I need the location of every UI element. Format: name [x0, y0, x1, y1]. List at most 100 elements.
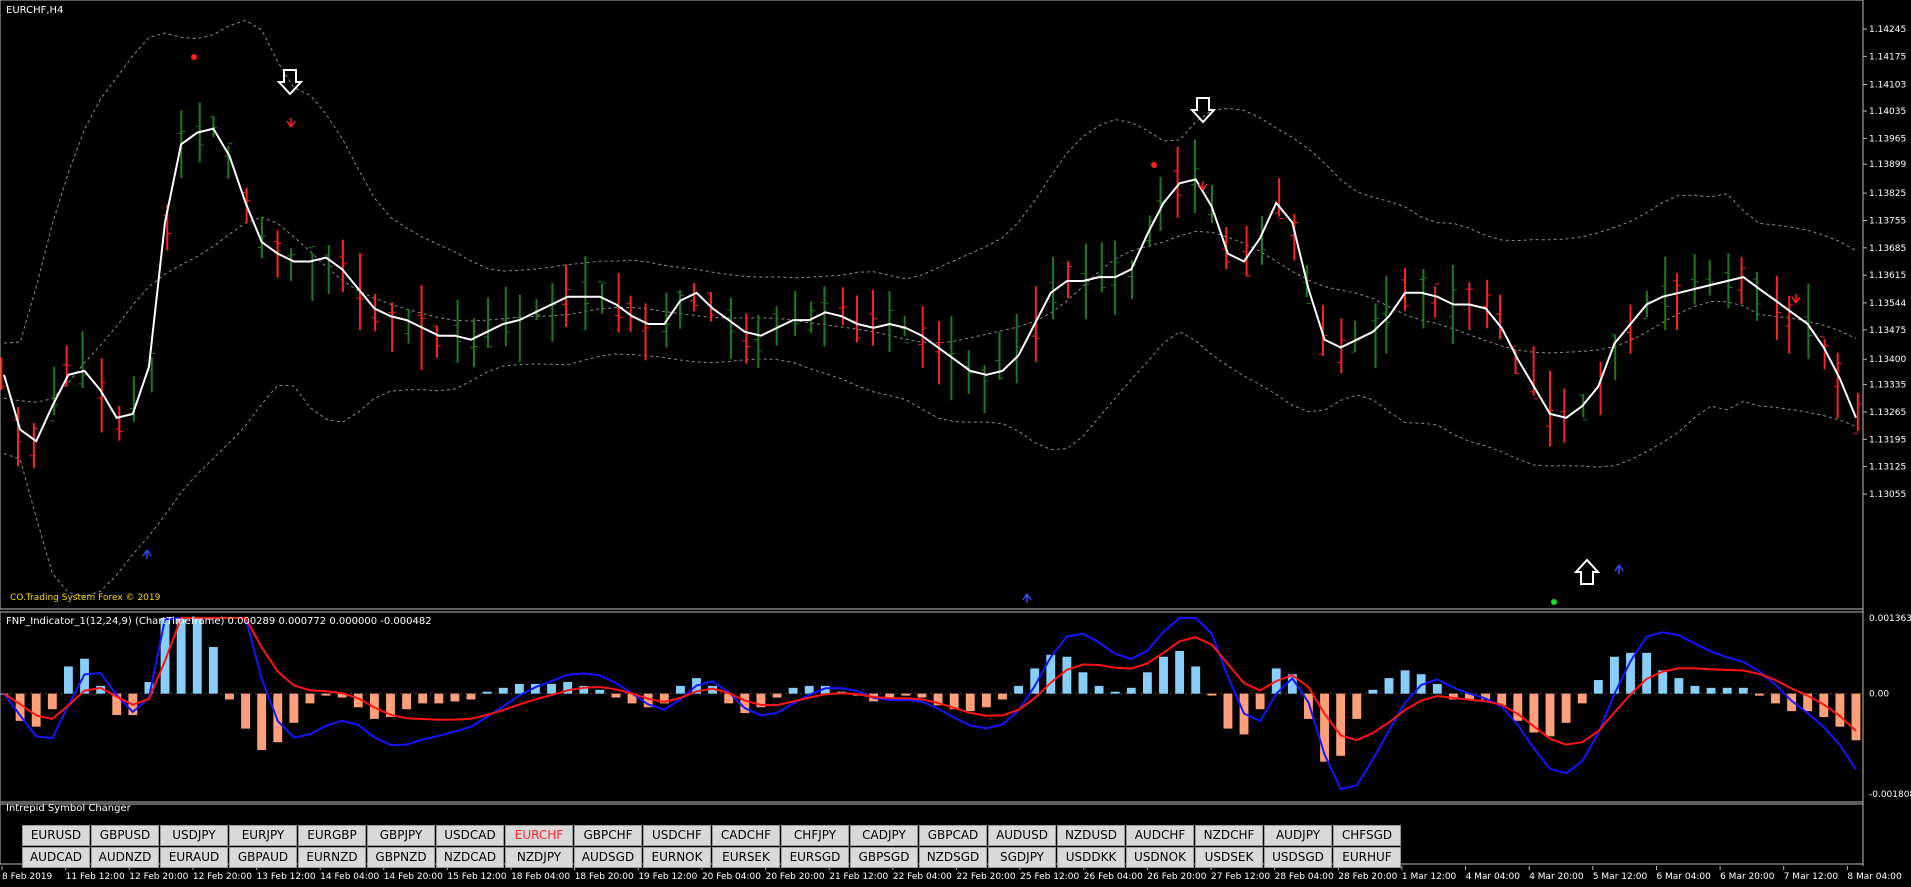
histogram-bar [1207, 693, 1217, 696]
histogram-bar [418, 693, 428, 704]
symbol-button-euraud[interactable]: EURAUD [160, 847, 228, 868]
symbol-button-nzdsgd[interactable]: NZDSGD [919, 847, 987, 868]
histogram-bar [1191, 666, 1201, 694]
symbol-button-audchf[interactable]: AUDCHF [1126, 825, 1194, 846]
x-tick-label: 26 Feb 04:00 [1084, 872, 1143, 882]
x-tick-label: 15 Feb 12:00 [447, 872, 506, 882]
symbol-button-eurchf[interactable]: EURCHF [505, 825, 573, 846]
symbol-button-audnzd[interactable]: AUDNZD [91, 847, 159, 868]
histogram-bar [1593, 680, 1603, 694]
x-tick-label: 20 Feb 04:00 [702, 872, 761, 882]
symbol-button-gbpaud[interactable]: GBPAUD [229, 847, 297, 868]
y-tick-label: 1.14175 [1869, 52, 1906, 62]
x-tick-label: 28 Feb 04:00 [1275, 872, 1334, 882]
x-tick-label: 13 Feb 12:00 [257, 872, 316, 882]
symbol-button-audsgd[interactable]: AUDSGD [574, 847, 642, 868]
x-tick-label: 26 Feb 20:00 [1147, 872, 1206, 882]
symbol-button-gbpnzd[interactable]: GBPNZD [367, 847, 435, 868]
symbol-button-audjpy[interactable]: AUDJPY [1264, 825, 1332, 846]
x-tick-label: 27 Feb 12:00 [1211, 872, 1270, 882]
histogram-bar [450, 693, 460, 702]
histogram-bar [31, 693, 41, 727]
histogram-bar [176, 618, 186, 694]
symbol-button-gbpsgd[interactable]: GBPSGD [850, 847, 918, 868]
symbol-button-usdjpy[interactable]: USDJPY [160, 825, 228, 846]
symbol-button-eurnok[interactable]: EURNOK [643, 847, 711, 868]
symbol-button-chfsgd[interactable]: CHFSGD [1333, 825, 1401, 846]
x-tick-label: 8 Mar 04:00 [1847, 872, 1902, 882]
y-tick-label: 1.14103 [1869, 80, 1906, 90]
symbol-button-usdcad[interactable]: USDCAD [436, 825, 504, 846]
histogram-bar [257, 693, 267, 750]
histogram-bar [1851, 693, 1861, 741]
symbol-button-nzdjpy[interactable]: NZDJPY [505, 847, 573, 868]
histogram-bar [1545, 693, 1555, 737]
histogram-bar [482, 691, 492, 694]
histogram-bar [1706, 687, 1716, 694]
symbol-button-eurjpy[interactable]: EURJPY [229, 825, 297, 846]
symbol-button-cadchf[interactable]: CADCHF [712, 825, 780, 846]
y-tick-label: 1.13195 [1869, 435, 1906, 445]
symbol-button-usdsek[interactable]: USDSEK [1195, 847, 1263, 868]
symbol-button-gbpchf[interactable]: GBPCHF [574, 825, 642, 846]
x-tick-label: 22 Feb 04:00 [893, 872, 952, 882]
y-tick-label: 1.13825 [1869, 189, 1906, 199]
y-tick-label: 1.13265 [1869, 408, 1906, 418]
symbol-button-cadjpy[interactable]: CADJPY [850, 825, 918, 846]
symbol-button-chfjpy[interactable]: CHFJPY [781, 825, 849, 846]
symbol-button-eurnzd[interactable]: EURNZD [298, 847, 366, 868]
symbol-button-usdnok[interactable]: USDNOK [1126, 847, 1194, 868]
x-tick-label: 19 Feb 12:00 [638, 872, 697, 882]
symbol-button-audcad[interactable]: AUDCAD [22, 847, 90, 868]
y-tick-label: 1.13125 [1869, 463, 1906, 473]
symbol-button-gbpcad[interactable]: GBPCAD [919, 825, 987, 846]
histogram-bar [1110, 691, 1120, 694]
symbol-button-nzdchf[interactable]: NZDCHF [1195, 825, 1263, 846]
histogram-bar [289, 693, 299, 723]
y-tick-label: 1.14035 [1869, 107, 1906, 117]
histogram-bar [595, 689, 605, 694]
histogram-bar [1142, 672, 1152, 694]
symbol-button-eurhuf[interactable]: EURHUF [1333, 847, 1401, 868]
symbol-button-nzdusd[interactable]: NZDUSD [1057, 825, 1125, 846]
symbol-button-nzdcad[interactable]: NZDCAD [436, 847, 504, 868]
symbol-button-eursgd[interactable]: EURSGD [781, 847, 849, 868]
symbol-button-gbpjpy[interactable]: GBPJPY [367, 825, 435, 846]
symbol-button-usddkk[interactable]: USDDKK [1057, 847, 1125, 868]
histogram-bar [241, 693, 250, 729]
histogram-bar [611, 693, 621, 698]
x-tick-label: 8 Feb 2019 [2, 872, 53, 882]
symbol-button-sgdjpy[interactable]: SGDJPY [988, 847, 1056, 868]
symbol-button-eursek[interactable]: EURSEK [712, 847, 780, 868]
histogram-bar [63, 666, 73, 694]
symbol-button-audusd[interactable]: AUDUSD [988, 825, 1056, 846]
histogram-bar [965, 693, 975, 712]
y-tick-label: 1.13055 [1869, 490, 1906, 500]
indicator-y-tick-label: -0.001808 [1869, 790, 1911, 800]
x-tick-label: 12 Feb 20:00 [129, 872, 188, 882]
x-tick-label: 5 Mar 12:00 [1593, 872, 1648, 882]
symbol-button-gbpusd[interactable]: GBPUSD [91, 825, 159, 846]
signal-dot-icon [1151, 162, 1157, 168]
histogram-bar [1336, 693, 1346, 756]
symbol-button-usdchf[interactable]: USDCHF [643, 825, 711, 846]
x-tick-label: 14 Feb 20:00 [384, 872, 443, 882]
y-tick-label: 1.13685 [1869, 244, 1906, 254]
histogram-bar [192, 618, 202, 694]
signal-dot-icon [191, 54, 197, 60]
histogram-bar [1094, 685, 1104, 694]
y-tick-label: 1.13965 [1869, 134, 1906, 144]
symbol-button-eurusd[interactable]: EURUSD [22, 825, 90, 846]
histogram-bar [1223, 693, 1233, 729]
y-tick-label: 1.13755 [1869, 216, 1906, 226]
watermark: CO.Trading System Forex © 2019 [10, 593, 161, 603]
histogram-bar [1771, 693, 1780, 704]
histogram-bar [1626, 652, 1635, 694]
histogram-bar [321, 693, 331, 696]
histogram-bar [208, 647, 218, 694]
x-tick-label: 4 Mar 04:00 [1466, 872, 1521, 882]
histogram-bar [1690, 685, 1700, 694]
symbol-button-eurgbp[interactable]: EURGBP [298, 825, 366, 846]
y-tick-label: 1.14245 [1869, 25, 1906, 35]
symbol-button-usdsgd[interactable]: USDSGD [1264, 847, 1332, 868]
